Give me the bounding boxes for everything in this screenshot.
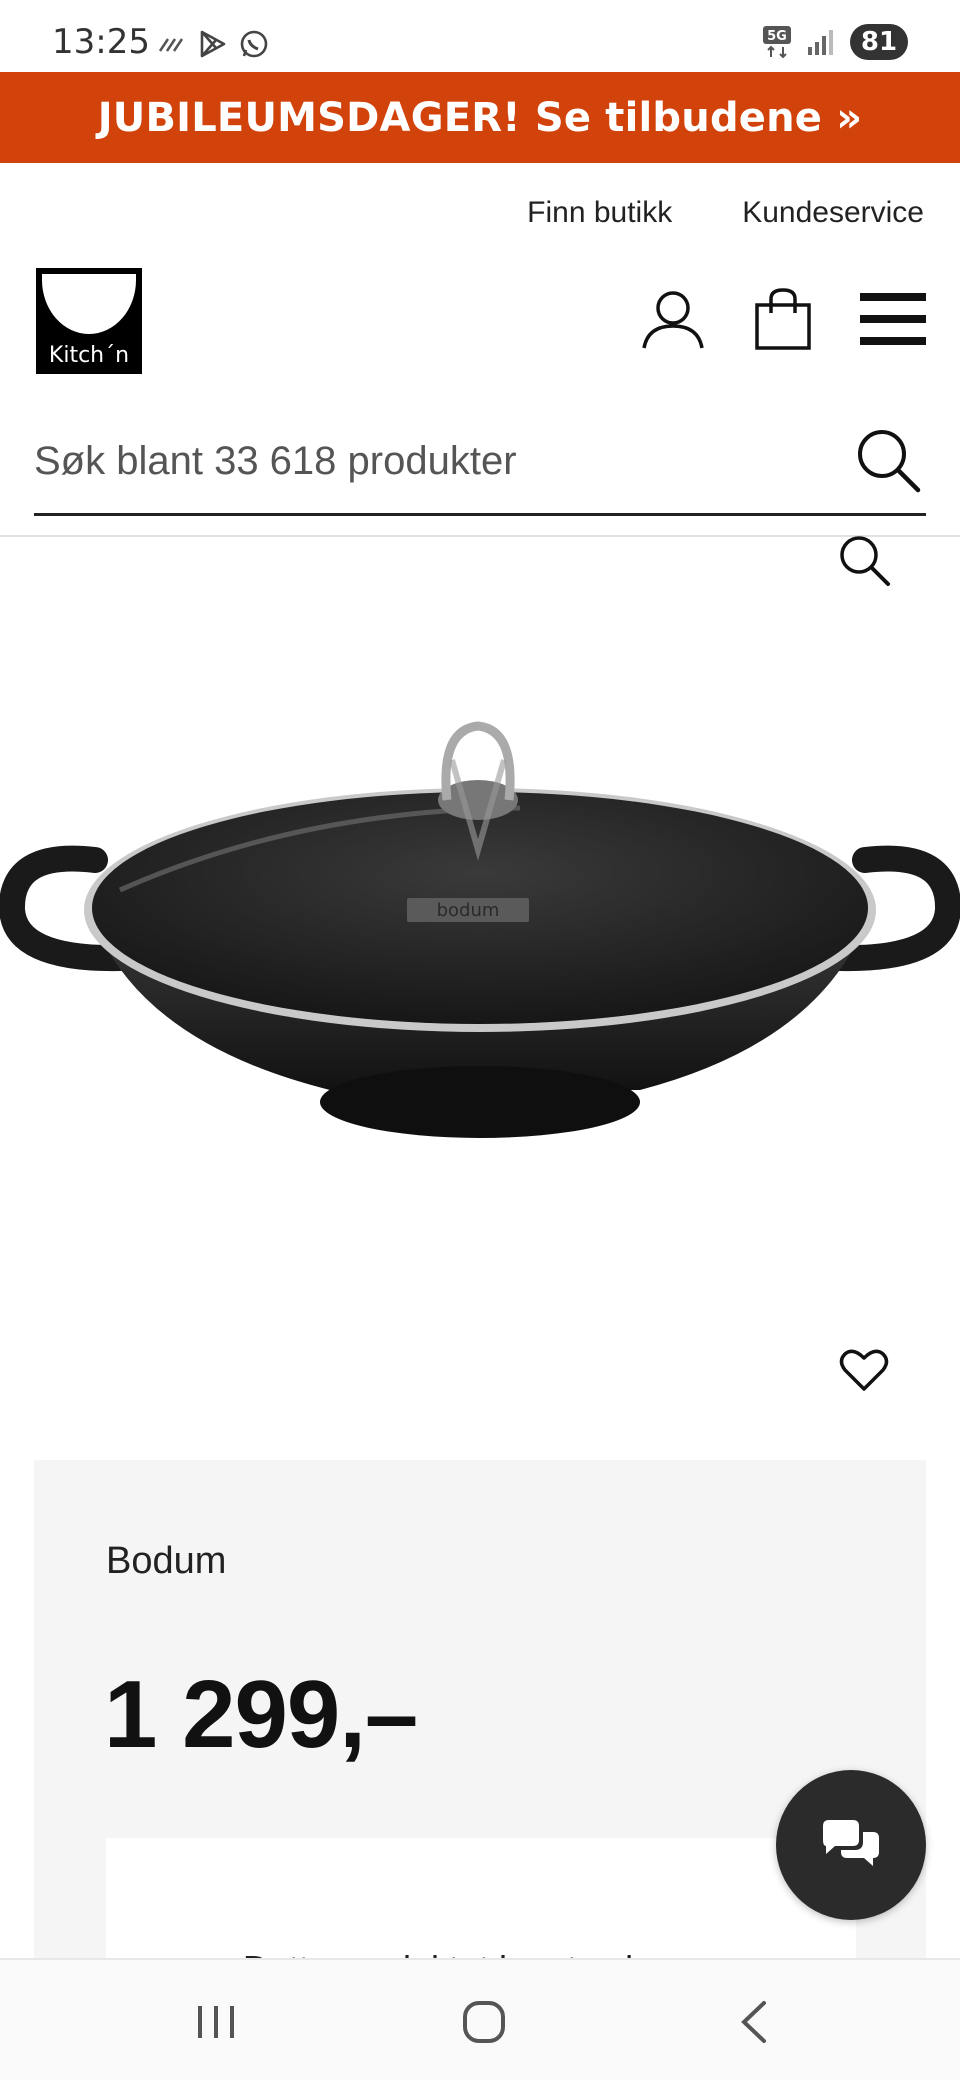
status-time: 13:25 xyxy=(52,22,150,62)
product-brand[interactable]: Bodum xyxy=(106,1540,226,1583)
image-zoom-button[interactable] xyxy=(834,530,894,590)
shopping-bag-icon xyxy=(755,288,811,350)
account-button[interactable] xyxy=(638,284,708,354)
chat-bubbles-icon xyxy=(823,1820,879,1866)
status-notification-icons xyxy=(156,28,270,60)
promo-banner[interactable]: JUBILEUMSDAGER! Se tilbudene » xyxy=(0,72,960,163)
logo-text: Kitch´n xyxy=(48,343,130,368)
back-icon xyxy=(741,2001,766,2043)
customer-service-link[interactable]: Kundeservice xyxy=(742,196,924,230)
promo-banner-text: JUBILEUMSDAGER! Se tilbudene » xyxy=(97,94,863,141)
menu-button[interactable] xyxy=(858,284,928,354)
status-bar: 13:25 5G 81 xyxy=(0,0,960,72)
system-nav-bar xyxy=(0,1958,960,2080)
heart-icon xyxy=(839,1349,889,1391)
status-system-icons: 5G 81 xyxy=(762,24,908,60)
svg-text:5G: 5G xyxy=(767,29,787,44)
product-price: 1 299,– xyxy=(104,1661,418,1768)
home-button[interactable] xyxy=(444,1990,524,2054)
product-brand-mark: bodum xyxy=(437,900,500,921)
battery-indicator: 81 xyxy=(850,24,908,60)
header-divider xyxy=(0,535,960,537)
search-input[interactable] xyxy=(34,430,834,492)
top-links: Finn butikk Kundeservice xyxy=(527,196,924,230)
site-logo[interactable]: Kitch´n xyxy=(36,268,142,374)
data-saver-icon xyxy=(158,38,184,52)
cart-button[interactable] xyxy=(748,284,818,354)
logo-bowl-mark xyxy=(42,274,136,334)
play-store-icon xyxy=(200,30,226,58)
find-store-link[interactable]: Finn butikk xyxy=(527,196,672,230)
search-button[interactable] xyxy=(850,420,926,500)
favorite-button[interactable] xyxy=(834,1340,894,1400)
product-image[interactable]: bodum xyxy=(0,700,960,1180)
zoom-icon xyxy=(840,536,890,586)
recent-apps-icon xyxy=(198,2006,234,2038)
signal-icon xyxy=(808,30,833,55)
network-5g-icon: 5G xyxy=(763,26,791,59)
chat-button[interactable] xyxy=(776,1770,926,1920)
hamburger-menu-icon xyxy=(860,293,926,345)
whatsapp-icon xyxy=(240,30,268,58)
header-actions xyxy=(638,284,928,354)
user-icon xyxy=(642,291,704,349)
search-bar xyxy=(34,410,926,516)
recent-apps-button[interactable] xyxy=(176,1990,256,2054)
search-icon xyxy=(858,430,921,493)
back-button[interactable] xyxy=(714,1990,794,2054)
home-icon xyxy=(463,2001,505,2043)
